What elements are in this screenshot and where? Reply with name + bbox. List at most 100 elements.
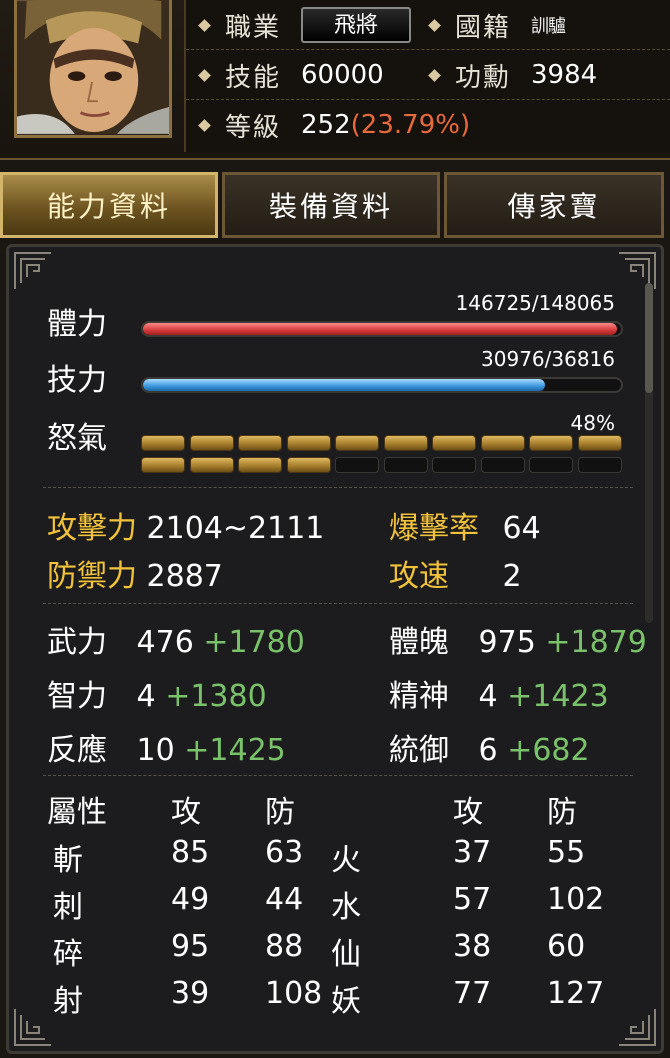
rage-segment <box>141 457 185 473</box>
element-defense: 88 <box>265 929 304 964</box>
element-attack: 38 <box>453 929 492 964</box>
element-attack: 85 <box>171 835 210 870</box>
attribute-label: 智力 <box>47 679 107 714</box>
class-label: 職業 <box>225 12 282 43</box>
merit-value: 3984 <box>531 60 598 90</box>
class-badge: 飛將 <box>301 7 412 43</box>
diamond-bullet-icon <box>198 18 211 32</box>
attribute-spirit: 精神 4 +1423 <box>389 671 609 715</box>
attribute-label: 體魄 <box>389 625 449 660</box>
element-name: 水 <box>331 890 361 925</box>
element-defense: 108 <box>265 976 323 1011</box>
element-header-defense-2: 防 <box>547 795 577 830</box>
element-header-attack: 攻 <box>171 795 201 830</box>
element-header-label: 屬性 <box>47 795 107 830</box>
element-header-attack-2: 攻 <box>453 795 483 830</box>
element-attack: 39 <box>171 976 210 1011</box>
merit-field: 功勳 3984 <box>428 50 598 100</box>
attack-stat: 攻擊力 2104~2111 <box>47 503 324 547</box>
attribute-label: 精神 <box>389 679 449 714</box>
diamond-bullet-icon <box>198 68 211 82</box>
scrollbar-thumb[interactable] <box>645 283 653 393</box>
tab-equipment[interactable]: 裝備資料 <box>222 172 440 238</box>
section-divider <box>43 603 633 604</box>
rage-segment <box>529 435 573 451</box>
info-row-level: 等級 252 (23.79%) <box>186 100 670 150</box>
info-row-skill: 技能 60000 功勳 3984 <box>186 50 670 100</box>
attack-label: 攻擊力 <box>47 511 137 546</box>
hp-label: 體力 <box>47 307 107 342</box>
rage-segment <box>577 435 622 451</box>
corner-ornament-icon <box>13 251 53 291</box>
section-divider <box>43 487 633 488</box>
attribute-bonus: +1425 <box>184 733 286 768</box>
merit-label: 功勳 <box>455 62 512 93</box>
rage-segment <box>189 457 234 473</box>
crit-value: 64 <box>502 511 541 546</box>
attribute-label: 武力 <box>47 625 107 660</box>
character-info-panel: 職業 飛將 國籍 訓驢 技能 60000 功勳 3984 等級 252 (23.… <box>184 0 670 152</box>
attribute-bonus: +682 <box>507 733 590 768</box>
skill-value: 60000 <box>301 60 384 90</box>
element-name: 妖 <box>331 984 361 1019</box>
attribute-bonus: +1380 <box>165 679 267 714</box>
skill-label: 技能 <box>225 62 282 93</box>
sp-bar <box>141 377 623 393</box>
element-header-defense: 防 <box>265 795 295 830</box>
rage-segment <box>383 435 428 451</box>
info-row-class: 職業 飛將 國籍 訓驢 <box>186 0 670 50</box>
nation-label: 國籍 <box>455 12 512 43</box>
element-defense: 60 <box>547 929 586 964</box>
attribute-bonus: +1780 <box>203 625 305 660</box>
attack-value: 2104~2111 <box>146 511 325 546</box>
attribute-base: 4 <box>478 679 498 714</box>
rage-segment <box>480 435 525 451</box>
scrollbar[interactable] <box>645 283 653 623</box>
hp-bar-fill <box>143 323 617 335</box>
tab-ability[interactable]: 能力資料 <box>0 172 218 238</box>
nation-field: 國籍 訓驢 <box>428 0 566 50</box>
rage-value: 48% <box>570 411 615 435</box>
rage-segment <box>141 435 185 451</box>
character-portrait <box>14 0 172 138</box>
tab-bar: 能力資料 裝備資料 傳家寶 <box>0 172 670 238</box>
attribute-base: 6 <box>478 733 498 768</box>
element-attack: 49 <box>171 882 210 917</box>
sp-bar-fill <box>143 379 546 391</box>
speed-stat: 攻速 2 <box>389 551 522 595</box>
rage-segment <box>432 457 476 473</box>
tab-heirloom[interactable]: 傳家寶 <box>444 172 664 238</box>
attribute-base: 975 <box>478 625 536 660</box>
rage-segment <box>335 457 379 473</box>
element-defense: 63 <box>265 835 304 870</box>
defense-value: 2887 <box>146 559 223 594</box>
element-attack: 37 <box>453 835 492 870</box>
crit-stat: 爆擊率 64 <box>389 503 541 547</box>
element-defense: 102 <box>547 882 605 917</box>
sp-value: 30976/36816 <box>481 347 615 371</box>
attribute-bonus: +1879 <box>545 625 647 660</box>
element-name: 斬 <box>53 843 83 878</box>
attribute-command: 統御 6 +682 <box>389 725 590 769</box>
rage-segment <box>577 457 622 473</box>
element-name: 火 <box>331 843 361 878</box>
attribute-base: 476 <box>136 625 194 660</box>
level-percent: (23.79%) <box>350 110 471 140</box>
section-divider <box>43 775 633 776</box>
diamond-bullet-icon <box>428 68 441 82</box>
rage-segment <box>238 435 282 451</box>
skill-field: 技能 60000 <box>198 50 384 100</box>
hp-bar <box>141 321 623 337</box>
character-header: 職業 飛將 國籍 訓驢 技能 60000 功勳 3984 等級 252 (23.… <box>0 0 670 160</box>
rage-segment <box>432 435 476 451</box>
element-name: 碎 <box>53 937 83 972</box>
attribute-strength: 武力 476 +1780 <box>47 617 305 661</box>
nation-value: 訓驢 <box>531 16 566 37</box>
attribute-reaction: 反應 10 +1425 <box>47 725 286 769</box>
rage-segment <box>529 457 573 473</box>
level-label: 等級 <box>225 112 282 143</box>
element-name: 仙 <box>331 937 361 972</box>
attribute-physique: 體魄 975 +1879 <box>389 617 647 661</box>
level-value: 252 <box>301 110 351 140</box>
ability-panel: 體力 146725/148065 技力 30976/36816 怒氣 48% 攻… <box>6 244 664 1054</box>
